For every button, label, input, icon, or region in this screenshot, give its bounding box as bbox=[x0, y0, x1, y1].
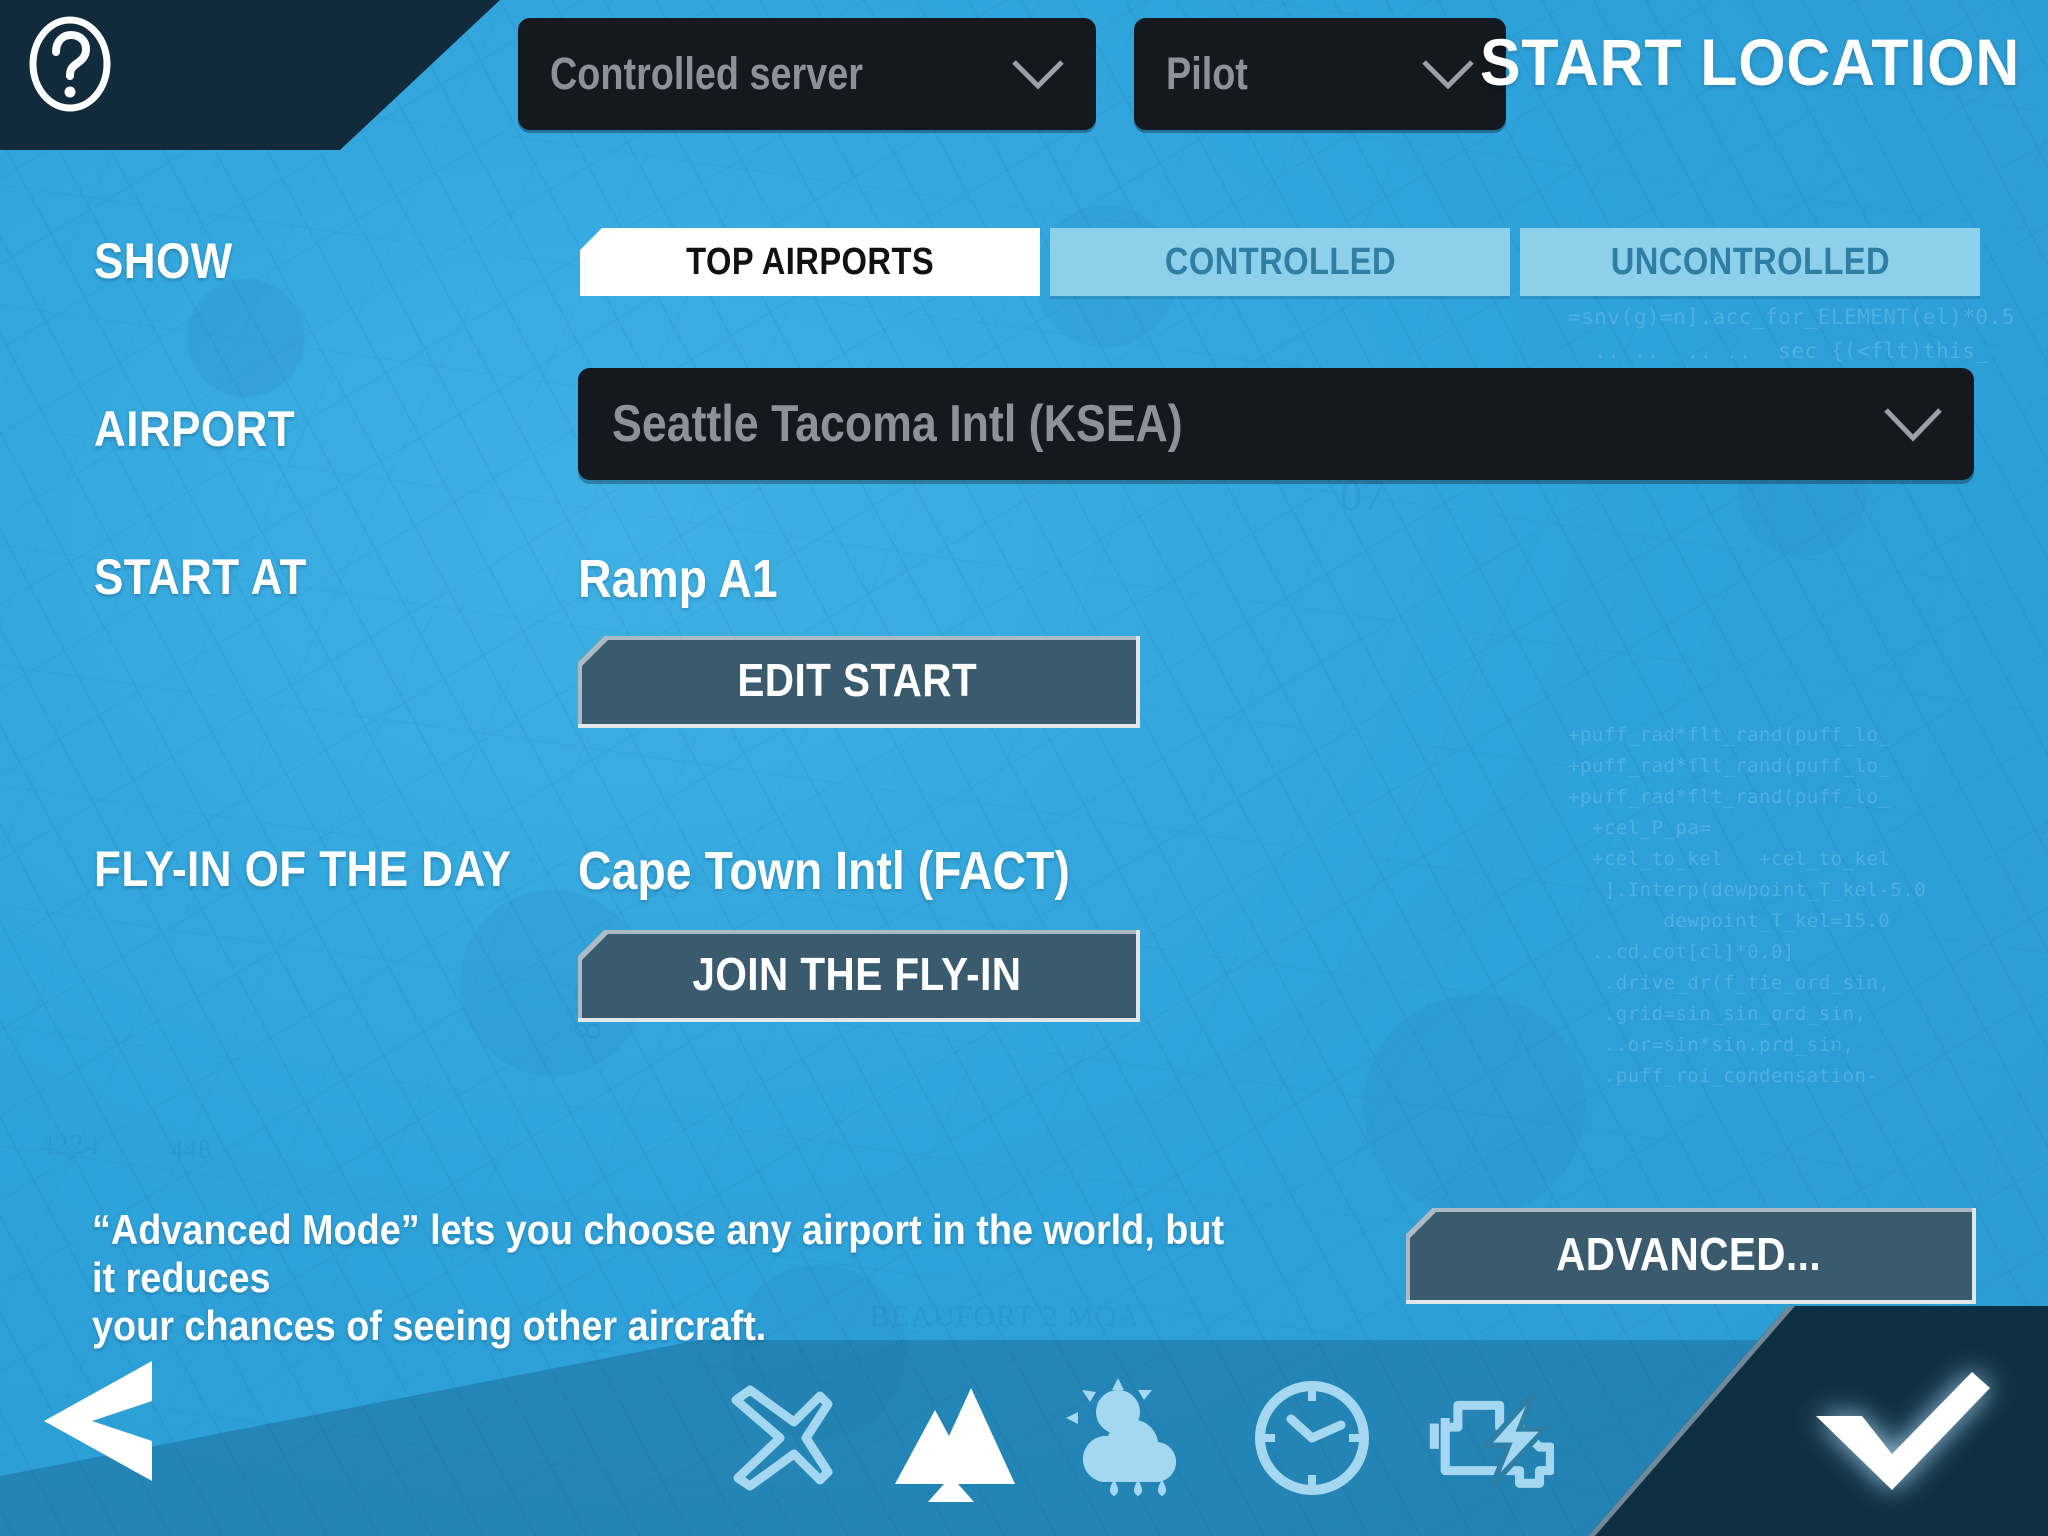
chevron-down-icon bbox=[1884, 408, 1942, 442]
page-title: START LOCATION bbox=[1479, 25, 2020, 99]
server-dropdown[interactable]: Controlled server bbox=[518, 18, 1096, 130]
advanced-note-line1: “Advanced Mode” lets you choose any airp… bbox=[92, 1206, 1225, 1301]
join-fly-in-button[interactable]: JOIN THE FLY-IN bbox=[578, 930, 1140, 1022]
role-dropdown-value: Pilot bbox=[1166, 48, 1248, 99]
tool-failures-button[interactable] bbox=[1418, 1374, 1554, 1502]
advanced-label: ADVANCED... bbox=[1556, 1228, 1822, 1280]
help-button[interactable] bbox=[22, 16, 118, 112]
question-mark-icon bbox=[29, 16, 111, 112]
top-bar: Controlled server Pilot START LOCATION bbox=[0, 0, 2048, 150]
chart-label: 448 bbox=[170, 1135, 212, 1164]
chevron-down-icon bbox=[1422, 60, 1474, 90]
tab-uncontrolled-label: UNCONTROLLED bbox=[1610, 240, 1890, 283]
server-dropdown-value: Controlled server bbox=[550, 48, 864, 99]
show-label: SHOW bbox=[94, 233, 233, 289]
tool-location-button[interactable] bbox=[886, 1374, 1022, 1502]
chart-label: 4224 bbox=[40, 1130, 100, 1161]
fly-in-label: FLY-IN OF THE DAY bbox=[94, 841, 512, 897]
airport-label: AIRPORT bbox=[94, 401, 296, 457]
airplane-icon bbox=[731, 1385, 833, 1491]
advanced-note: “Advanced Mode” lets you choose any airp… bbox=[92, 1206, 1235, 1350]
mountains-icon bbox=[895, 1388, 1015, 1484]
checkmark-icon bbox=[1816, 1372, 1990, 1490]
tool-aircraft-button[interactable] bbox=[712, 1374, 848, 1502]
weather-rain-sun-icon bbox=[1066, 1378, 1177, 1496]
advanced-button[interactable]: ADVANCED... bbox=[1406, 1208, 1976, 1304]
airport-select-value: Seattle Tacoma Intl (KSEA) bbox=[612, 395, 1183, 453]
start-at-label: START AT bbox=[94, 549, 307, 605]
tool-weather-button[interactable] bbox=[1062, 1374, 1198, 1502]
bottom-bar bbox=[0, 1306, 2048, 1536]
tab-uncontrolled[interactable]: UNCONTROLLED bbox=[1520, 228, 1980, 296]
tab-controlled-label: CONTROLLED bbox=[1164, 240, 1396, 283]
join-fly-in-label: JOIN THE FLY-IN bbox=[692, 948, 1022, 1000]
tab-top-airports-label: TOP AIRPORTS bbox=[686, 240, 934, 283]
airport-select[interactable]: Seattle Tacoma Intl (KSEA) bbox=[578, 368, 1974, 480]
tool-time-button[interactable] bbox=[1244, 1374, 1380, 1502]
show-tabs: TOP AIRPORTS CONTROLLED UNCONTROLLED bbox=[580, 228, 1980, 296]
chevron-down-icon bbox=[1012, 60, 1064, 90]
engine-failure-icon bbox=[1429, 1390, 1554, 1488]
tab-controlled[interactable]: CONTROLLED bbox=[1050, 228, 1510, 296]
edit-start-label: EDIT START bbox=[737, 654, 977, 706]
tab-top-airports[interactable]: TOP AIRPORTS bbox=[580, 228, 1040, 296]
edit-start-button[interactable]: EDIT START bbox=[578, 636, 1140, 728]
fly-in-value: Cape Town Intl (FACT) bbox=[578, 841, 1070, 901]
start-at-value: Ramp A1 bbox=[578, 549, 778, 609]
start-location-screen: 07 33° 81° 417 448 BEAUFORT 2 MOA 4224 =… bbox=[0, 0, 2048, 1536]
clock-icon bbox=[1255, 1381, 1369, 1495]
role-dropdown[interactable]: Pilot bbox=[1134, 18, 1506, 130]
